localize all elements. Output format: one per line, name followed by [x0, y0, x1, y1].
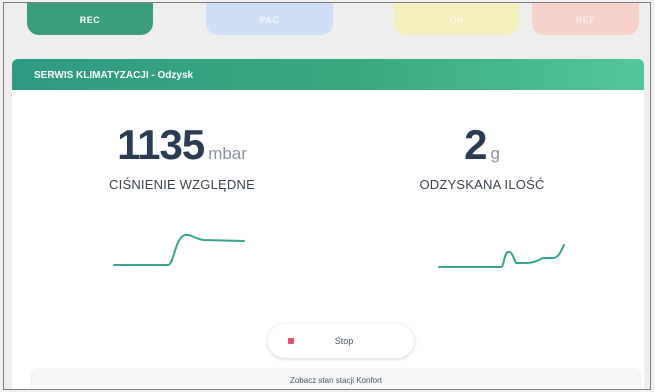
tab-oil[interactable]: Oil: [394, 3, 519, 35]
recovered-metric: 2g ODZYSKANA ILOŚĆ: [382, 121, 582, 192]
pressure-metric: 1135 mbar CIŚNIENIE WZGLĘDNE: [82, 121, 282, 192]
recovered-value: 2: [464, 121, 487, 168]
stop-button[interactable]: Stop: [268, 324, 414, 358]
stop-button-label: Stop: [334, 336, 354, 346]
station-status-link[interactable]: Zobacz stan stacji Konfort: [32, 370, 640, 389]
pressure-unit: mbar: [208, 144, 247, 163]
pressure-value: 1135: [117, 121, 205, 168]
tab-pac[interactable]: PAC: [206, 3, 333, 35]
recovered-trend-graph: [438, 244, 565, 268]
tab-ref[interactable]: REF: [532, 3, 639, 35]
pressure-trend-graph: [113, 233, 245, 266]
pressure-label: CIŚNIENIE WZGLĘDNE: [109, 177, 255, 192]
recovered-label: ODZYSKANA ILOŚĆ: [419, 177, 545, 192]
recovered-unit: g: [490, 144, 500, 163]
mode-tabs: REC PAC Oil REF: [4, 3, 650, 39]
app-window: REC PAC Oil REF SERWIS KLIMATYZACJI - Od…: [3, 2, 651, 390]
recovery-panel: SERWIS KLIMATYZACJI - Odzysk 1135 mbar CI…: [12, 59, 644, 389]
panel-title: SERWIS KLIMATYZACJI - Odzysk: [12, 59, 644, 90]
tab-rec[interactable]: REC: [27, 3, 153, 35]
